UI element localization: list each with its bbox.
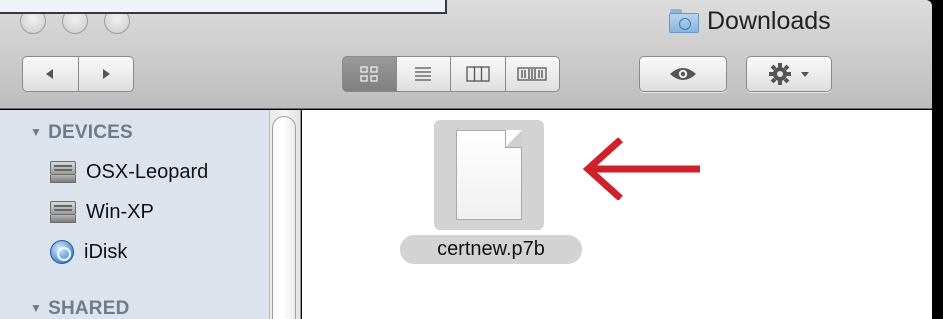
sidebar-item-win-xp[interactable]: Win-XP — [50, 198, 154, 226]
finder-window: Downloads ▼ DEVICES OSX-Leopard Win-XP i… — [0, 0, 932, 319]
document-icon — [456, 130, 522, 220]
back-forward-buttons — [22, 56, 134, 92]
file-item-certnew[interactable] — [434, 120, 544, 230]
cover-flow-view-button[interactable] — [505, 56, 560, 92]
quick-look-button[interactable] — [639, 56, 727, 92]
gear-icon — [769, 63, 791, 85]
window-title: Downloads — [669, 6, 831, 36]
hard-drive-icon — [50, 161, 76, 183]
sidebar-item-label: OSX-Leopard — [86, 160, 209, 183]
sidebar-item-label: Win-XP — [86, 200, 154, 223]
forward-button[interactable] — [78, 56, 134, 92]
sidebar: ▼ DEVICES OSX-Leopard Win-XP iDisk ▼ SHARE… — [0, 110, 301, 319]
sidebar-item-osx-leopard[interactable]: OSX-Leopard — [50, 158, 208, 186]
column-view-icon — [466, 66, 490, 82]
sidebar-item-label: iDisk — [84, 240, 128, 263]
left-arrow-annotation-icon — [582, 138, 700, 200]
icon-view-icon — [360, 66, 378, 82]
window-title-text: Downloads — [707, 6, 831, 35]
section-title: SHARED — [48, 298, 130, 319]
list-view-icon — [415, 67, 432, 81]
sidebar-section-shared[interactable]: ▼ SHARED — [30, 298, 130, 319]
hard-drive-icon — [50, 201, 76, 223]
eye-icon — [670, 68, 696, 80]
view-mode-buttons — [342, 56, 560, 92]
idisk-icon — [50, 240, 74, 264]
file-name-label[interactable]: certnew.p7b — [400, 235, 582, 264]
section-title: DEVICES — [48, 122, 133, 143]
icon-view-button[interactable] — [342, 56, 397, 92]
sidebar-section-devices[interactable]: ▼ DEVICES — [30, 122, 133, 144]
list-view-button[interactable] — [396, 56, 451, 92]
disclosure-triangle-icon: ▼ — [30, 125, 43, 139]
cover-flow-icon — [517, 67, 547, 81]
sidebar-scrollbar-thumb[interactable] — [272, 116, 296, 319]
sidebar-item-idisk[interactable]: iDisk — [50, 238, 127, 266]
chevron-down-icon — [801, 72, 809, 77]
toolbar: Downloads — [0, 0, 932, 109]
back-arrow-icon — [46, 69, 54, 79]
forward-arrow-icon — [102, 69, 110, 79]
column-view-button[interactable] — [451, 56, 506, 92]
overlay-panel-edge — [0, 0, 447, 14]
downloads-folder-icon — [669, 9, 699, 33]
disclosure-triangle-icon: ▼ — [30, 301, 43, 315]
action-menu-button[interactable] — [746, 56, 832, 92]
back-button[interactable] — [22, 56, 79, 92]
